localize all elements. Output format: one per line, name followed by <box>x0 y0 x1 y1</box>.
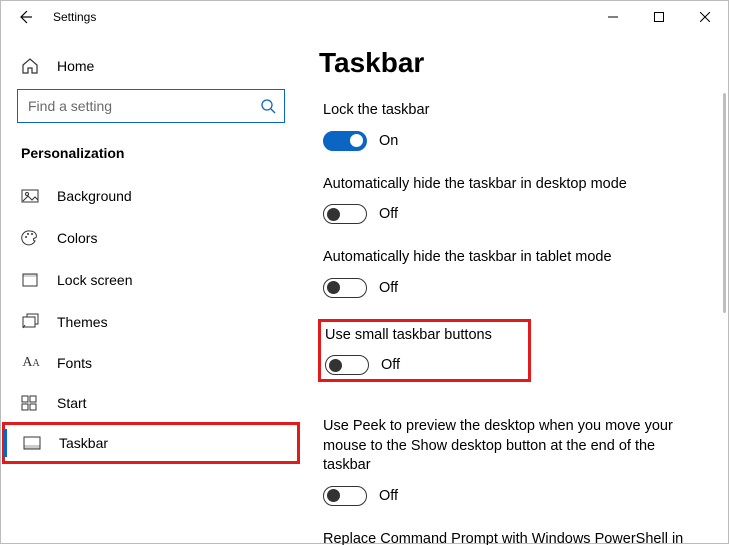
sidebar-item-label: Themes <box>57 314 108 330</box>
toggle-small-buttons[interactable] <box>325 355 369 375</box>
setting-label: Lock the taskbar <box>323 101 700 121</box>
search-field[interactable] <box>26 97 260 115</box>
sidebar-item-lockscreen[interactable]: Lock screen <box>1 259 301 301</box>
sidebar-item-label: Fonts <box>57 355 92 371</box>
maximize-button[interactable] <box>636 1 682 33</box>
toggle-state: On <box>379 133 398 149</box>
fonts-icon: AA <box>21 355 41 371</box>
sidebar-item-label: Colors <box>57 230 97 246</box>
setting-small-buttons: Use small taskbar buttons Off <box>319 320 530 382</box>
sidebar-item-fonts[interactable]: AA Fonts <box>1 343 301 383</box>
search-input[interactable] <box>17 89 285 123</box>
picture-icon <box>21 187 41 205</box>
sidebar-item-label: Lock screen <box>57 272 132 288</box>
sidebar-item-themes[interactable]: Themes <box>1 301 301 343</box>
sidebar-item-label: Background <box>57 188 132 204</box>
toggle-state: Off <box>381 357 400 373</box>
toggle-peek[interactable] <box>323 486 367 506</box>
window-title: Settings <box>49 1 96 33</box>
palette-icon <box>21 229 41 247</box>
sidebar-item-label: Start <box>57 395 87 411</box>
toggle-state: Off <box>379 206 398 222</box>
taskbar-icon <box>23 436 43 450</box>
setting-peek: Use Peek to preview the desktop when you… <box>319 415 704 508</box>
setting-label: Automatically hide the taskbar in tablet… <box>323 248 700 268</box>
setting-autohide-tablet: Automatically hide the taskbar in tablet… <box>319 246 704 300</box>
minimize-button[interactable] <box>590 1 636 33</box>
setting-label: Replace Command Prompt with Windows Powe… <box>323 530 700 545</box>
titlebar: Settings <box>1 1 728 33</box>
toggle-state: Off <box>379 488 398 504</box>
sidebar-home-label: Home <box>57 58 94 74</box>
sidebar-section-header: Personalization <box>1 123 301 175</box>
sidebar-item-background[interactable]: Background <box>1 175 301 217</box>
setting-label: Use Peek to preview the desktop when you… <box>323 417 700 476</box>
sidebar-item-taskbar[interactable]: Taskbar <box>3 423 299 463</box>
sidebar-item-start[interactable]: Start <box>1 383 301 423</box>
scrollbar[interactable] <box>723 93 726 313</box>
setting-label: Automatically hide the taskbar in deskto… <box>323 175 700 195</box>
titlebar-spacer <box>96 1 590 33</box>
back-button[interactable] <box>1 1 49 33</box>
sidebar-item-label: Taskbar <box>59 435 108 451</box>
sidebar: Home Personalization Background Colors <box>1 33 301 545</box>
toggle-autohide-tablet[interactable] <box>323 278 367 298</box>
toggle-autohide-desktop[interactable] <box>323 204 367 224</box>
toggle-state: Off <box>379 280 398 296</box>
setting-lock-taskbar: Lock the taskbar On <box>319 99 704 153</box>
setting-autohide-desktop: Automatically hide the taskbar in deskto… <box>319 173 704 227</box>
home-icon <box>21 57 41 75</box>
search-icon <box>260 98 276 114</box>
lockscreen-icon <box>21 271 41 289</box>
setting-powershell: Replace Command Prompt with Windows Powe… <box>319 528 704 545</box>
close-button[interactable] <box>682 1 728 33</box>
start-icon <box>21 395 41 411</box>
content: Home Personalization Background Colors <box>1 33 728 545</box>
sidebar-home[interactable]: Home <box>1 51 301 89</box>
sidebar-nav: Background Colors Lock screen Themes AA … <box>1 175 301 463</box>
themes-icon <box>21 313 41 331</box>
toggle-lock-taskbar[interactable] <box>323 131 367 151</box>
setting-label: Use small taskbar buttons <box>325 326 492 346</box>
page-title: Taskbar <box>319 47 704 79</box>
main-panel: Taskbar Lock the taskbar On Automaticall… <box>301 33 728 545</box>
sidebar-item-colors[interactable]: Colors <box>1 217 301 259</box>
